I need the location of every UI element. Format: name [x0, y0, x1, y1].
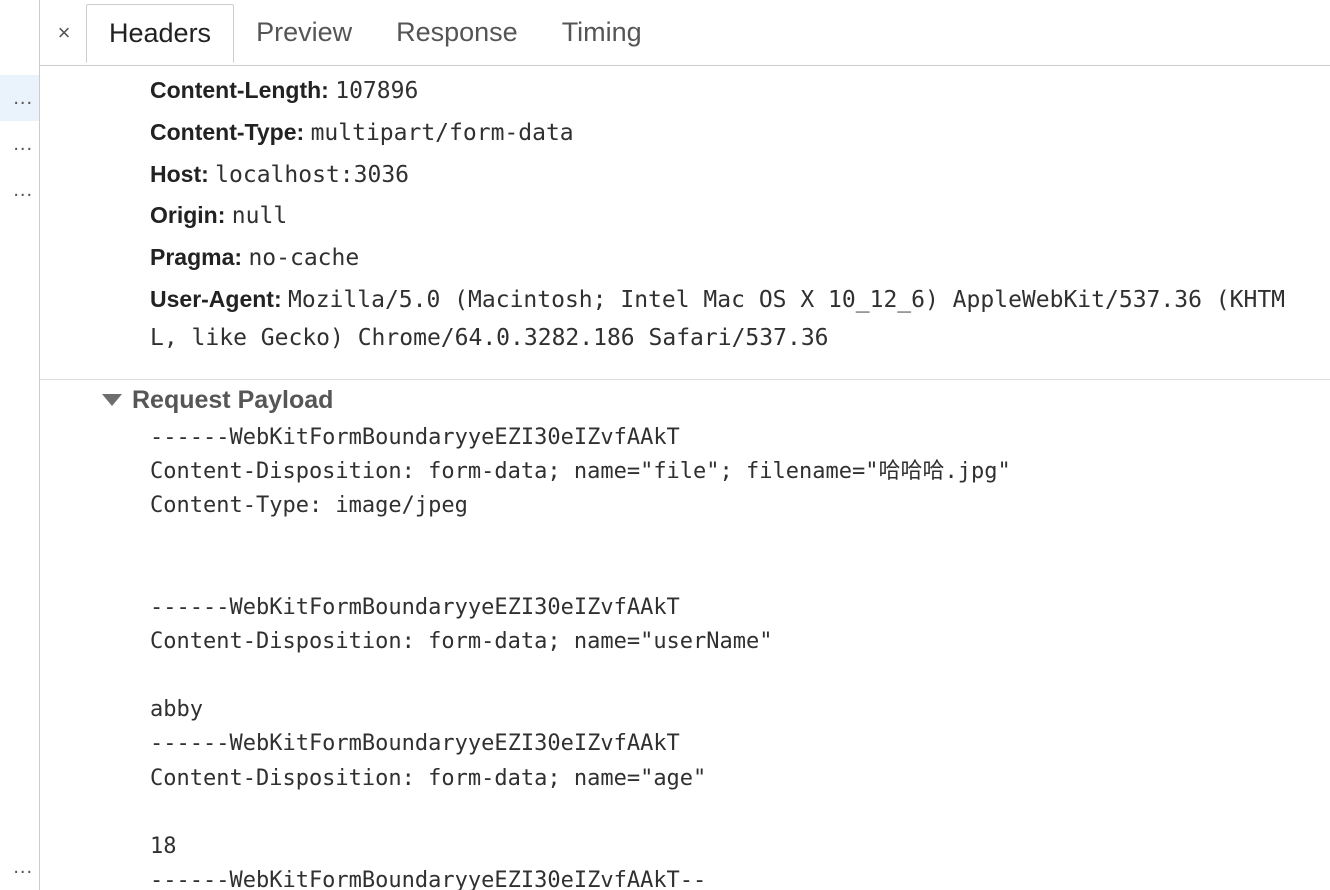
sidebar-item-2[interactable]: ... — [0, 121, 39, 167]
header-value: null — [232, 203, 287, 229]
header-row: Host: localhost:3036 — [150, 156, 1310, 194]
close-button[interactable]: × — [46, 15, 82, 51]
tab-label: Response — [396, 17, 518, 47]
header-value: no-cache — [248, 245, 359, 271]
sidebar: ... ... ... ... — [0, 0, 40, 890]
tab-label: Timing — [562, 17, 642, 47]
tabbar: × Headers Preview Response Timing — [40, 0, 1330, 66]
ellipsis-icon: ... — [13, 179, 33, 202]
header-value: Mozilla/5.0 (Macintosh; Intel Mac OS X 1… — [150, 287, 1285, 351]
header-name: Host: — [150, 161, 209, 187]
header-name: Content-Length: — [150, 77, 329, 103]
tab-label: Headers — [109, 18, 211, 48]
ellipsis-icon: ... — [13, 856, 33, 879]
header-name: User-Agent: — [150, 286, 282, 312]
sidebar-item-3[interactable]: ... — [0, 167, 39, 213]
header-row: Origin: null — [150, 197, 1310, 235]
header-name: Origin: — [150, 202, 225, 228]
ellipsis-icon: ... — [13, 133, 33, 156]
main-panel: × Headers Preview Response Timing Conten… — [40, 0, 1330, 890]
request-headers-block: Content-Length: 107896 Content-Type: mul… — [40, 72, 1330, 373]
tab-response[interactable]: Response — [374, 4, 540, 62]
header-row: Pragma: no-cache — [150, 239, 1310, 277]
header-row: User-Agent: Mozilla/5.0 (Macintosh; Inte… — [150, 281, 1310, 357]
tab-headers[interactable]: Headers — [86, 4, 234, 64]
content-scroll[interactable]: Content-Length: 107896 Content-Type: mul… — [40, 66, 1330, 890]
tab-timing[interactable]: Timing — [540, 4, 664, 62]
header-name: Pragma: — [150, 244, 242, 270]
section-title: Request Payload — [132, 386, 333, 415]
sidebar-gap — [0, 213, 39, 844]
triangle-down-icon — [102, 394, 122, 406]
sidebar-item-bottom[interactable]: ... — [0, 844, 39, 890]
header-row: Content-Length: 107896 — [150, 72, 1310, 110]
header-name: Content-Type: — [150, 119, 304, 145]
close-icon: × — [58, 20, 71, 46]
ellipsis-icon: ... — [13, 87, 33, 110]
sidebar-item-1[interactable]: ... — [0, 75, 39, 121]
tab-label: Preview — [256, 17, 352, 47]
section-request-payload[interactable]: Request Payload — [40, 379, 1330, 421]
header-value: 107896 — [335, 78, 418, 104]
header-row: Content-Type: multipart/form-data — [150, 114, 1310, 152]
tab-preview[interactable]: Preview — [234, 4, 374, 62]
header-value: multipart/form-data — [311, 120, 574, 146]
header-value: localhost:3036 — [215, 162, 409, 188]
request-payload-body: ------WebKitFormBoundaryyeEZI30eIZvfAAkT… — [40, 421, 1330, 890]
